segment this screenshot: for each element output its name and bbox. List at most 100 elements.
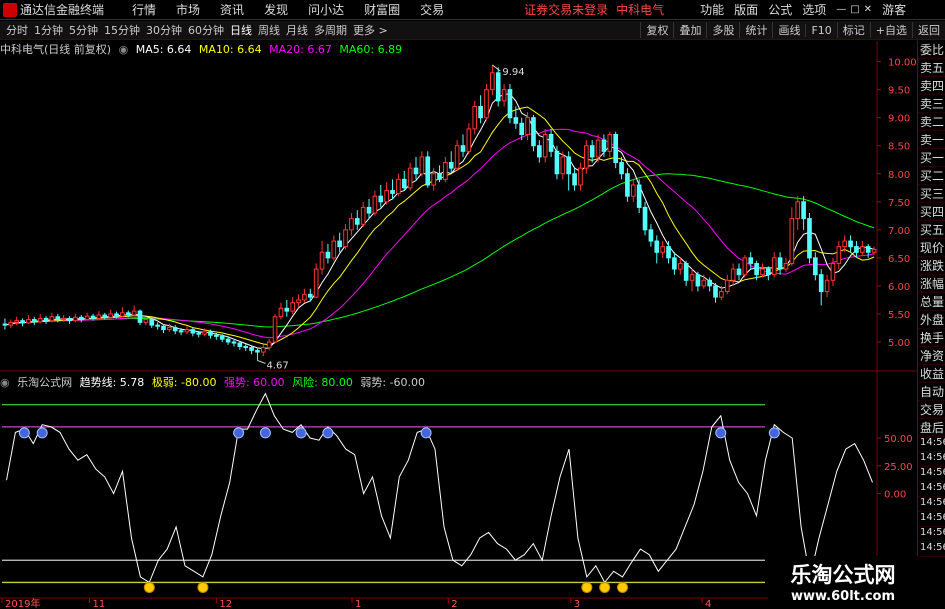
candle-body [284,307,290,312]
candle-body [378,195,384,203]
candle-body [760,268,765,276]
watermark-url: www.60lt.com [790,589,896,604]
price-tick-label: 6.50 [888,254,910,265]
candle [630,179,636,202]
candle-body [472,105,478,130]
candle-body [261,347,266,353]
candle-body [337,240,342,248]
candle [707,277,712,292]
buy-signal-icon [617,581,629,593]
quote-side-panel: 委比 卖五 卖四 卖三 卖二 卖一 买一 买二 买三 买四 买五 现价 涨跌 涨幅 总量 外盘 换手 净资 收益 自动… [917,41,945,609]
candle [437,165,442,183]
candle [401,170,407,191]
candle-body [407,167,413,189]
candle-body [20,320,25,324]
side-label: 买三 [918,187,945,203]
candle-body [601,139,607,152]
candle-body [307,293,313,298]
candle-body [589,145,595,158]
candle [654,235,660,264]
candle [648,224,654,247]
legend-toggle-icon[interactable]: ◉ [119,43,129,56]
candle [8,319,14,328]
candle-body [61,317,66,321]
candle-body [437,173,442,180]
candle-body [642,206,648,231]
ma10-label: MA10: 6.64 [198,43,262,56]
candle [865,243,871,258]
time-tick-label: 3 [574,599,580,609]
candle [131,305,137,317]
ma60-line [4,173,875,328]
candle [613,131,618,169]
side-label: 卖二 [918,115,945,131]
candle [31,316,37,326]
candle [243,344,249,351]
candle-body [742,257,748,276]
candle [190,327,196,337]
candle-body [419,156,425,175]
candle-body [178,330,184,333]
candle-body [560,156,566,175]
candle [566,151,572,191]
side-label: 卖三 [918,97,945,113]
candle-body [372,195,378,214]
candle-body [859,246,865,253]
sell-signal-icon [715,427,727,439]
candle-body [448,162,454,169]
candle-body [108,313,113,318]
price-tick-label: 8.00 [888,170,910,181]
candle-body [202,331,207,335]
ma5-line [4,93,875,350]
candle-body [484,89,489,119]
candle-body [537,145,542,158]
candle [137,309,143,326]
candle-body [161,325,166,331]
candle [683,260,689,286]
candle-body [73,316,78,322]
time-tick-label: 4 [705,599,711,609]
candle [836,241,842,270]
candle-body [478,105,483,119]
candle [854,241,859,258]
candle-body [272,316,278,343]
candle [96,311,102,320]
candle-body [525,117,530,136]
extreme-weak-label: 极弱: -80.00 [151,376,217,389]
candle-body [319,251,325,270]
candle-body [783,262,789,270]
candle-body [2,323,8,326]
candle [296,294,301,308]
side-label: 换手 [918,331,945,347]
buy-signal-icon [197,581,209,593]
candle [736,263,742,281]
watermark: 乐淘公式网 www.60lt.com [768,556,918,609]
candle [73,313,78,323]
candle-body [96,314,102,319]
candle-body [660,246,665,253]
sub-legend: ◉ 乐淘公式网 趋势线: 5.78 极弱: -80.00 强势: 60.00 风… [0,374,429,389]
side-label: 交易 [918,403,945,419]
candle-body [219,335,225,340]
kline-chart[interactable]: 10.009.509.008.508.007.507.006.506.005.5… [0,0,945,609]
price-tick-label: 7.50 [888,198,910,209]
candle [448,151,454,174]
trend-label: 趋势线: 5.78 [79,376,145,389]
candle [290,297,296,314]
candle-body [49,316,55,322]
buy-signal-icon [581,581,593,593]
candle-body [613,134,618,164]
price-tick-label: 8.50 [888,142,910,153]
candle-body [519,122,525,135]
side-label: 14:56 [918,512,945,527]
candle [67,316,72,325]
side-label: 买四 [918,205,945,221]
sub-toggle-icon[interactable]: ◉ [0,376,10,389]
candle [172,325,178,335]
candle-body [754,262,759,276]
candle-body [724,279,730,292]
candle-body [302,293,307,301]
candle-body [237,342,243,347]
candle [384,182,389,205]
candle-body [871,248,877,253]
